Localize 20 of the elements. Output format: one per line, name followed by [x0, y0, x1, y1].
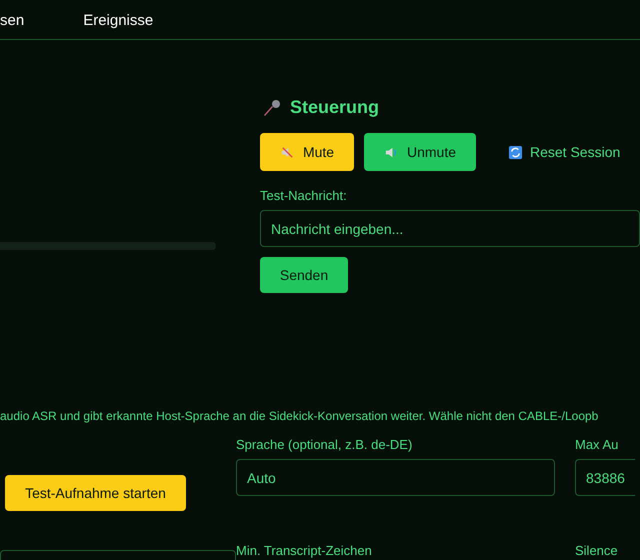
test-recording-button[interactable]: Test-Aufnahme starten — [5, 475, 186, 511]
nav-tab[interactable]: sen — [0, 12, 24, 28]
send-button[interactable]: Senden — [260, 257, 348, 293]
muted-speaker-icon — [280, 144, 295, 160]
nav-tab[interactable]: Ereignisse — [83, 12, 154, 28]
field-label: Test-Nachricht: — [260, 188, 348, 203]
section-title: Steuerung — [290, 97, 380, 118]
mute-button[interactable]: Mute — [260, 133, 354, 171]
field-label: Min. Transcript-Zeichen — [236, 542, 373, 558]
field-label: Sprache (optional, z.B. de-DE) — [236, 437, 414, 452]
field-label: Max Au — [575, 437, 620, 452]
input-field[interactable]: Auto — [236, 459, 555, 496]
unmute-button[interactable]: Unmute — [364, 133, 476, 171]
field-label: Silence — [575, 542, 619, 558]
microphone-icon — [262, 98, 282, 118]
refresh-icon — [508, 144, 523, 160]
description-text: audio ASR und gibt erkannte Host-Sprache an die Sidekick-Konversation weiter. Wähle nicht den CABLE-/Loopb — [0, 410, 600, 425]
reset-session-link[interactable]: Reset Session — [508, 144, 620, 160]
input-field[interactable]: 83886 — [575, 459, 635, 496]
message-input-field[interactable]: Nachricht eingeben... — [260, 210, 640, 247]
